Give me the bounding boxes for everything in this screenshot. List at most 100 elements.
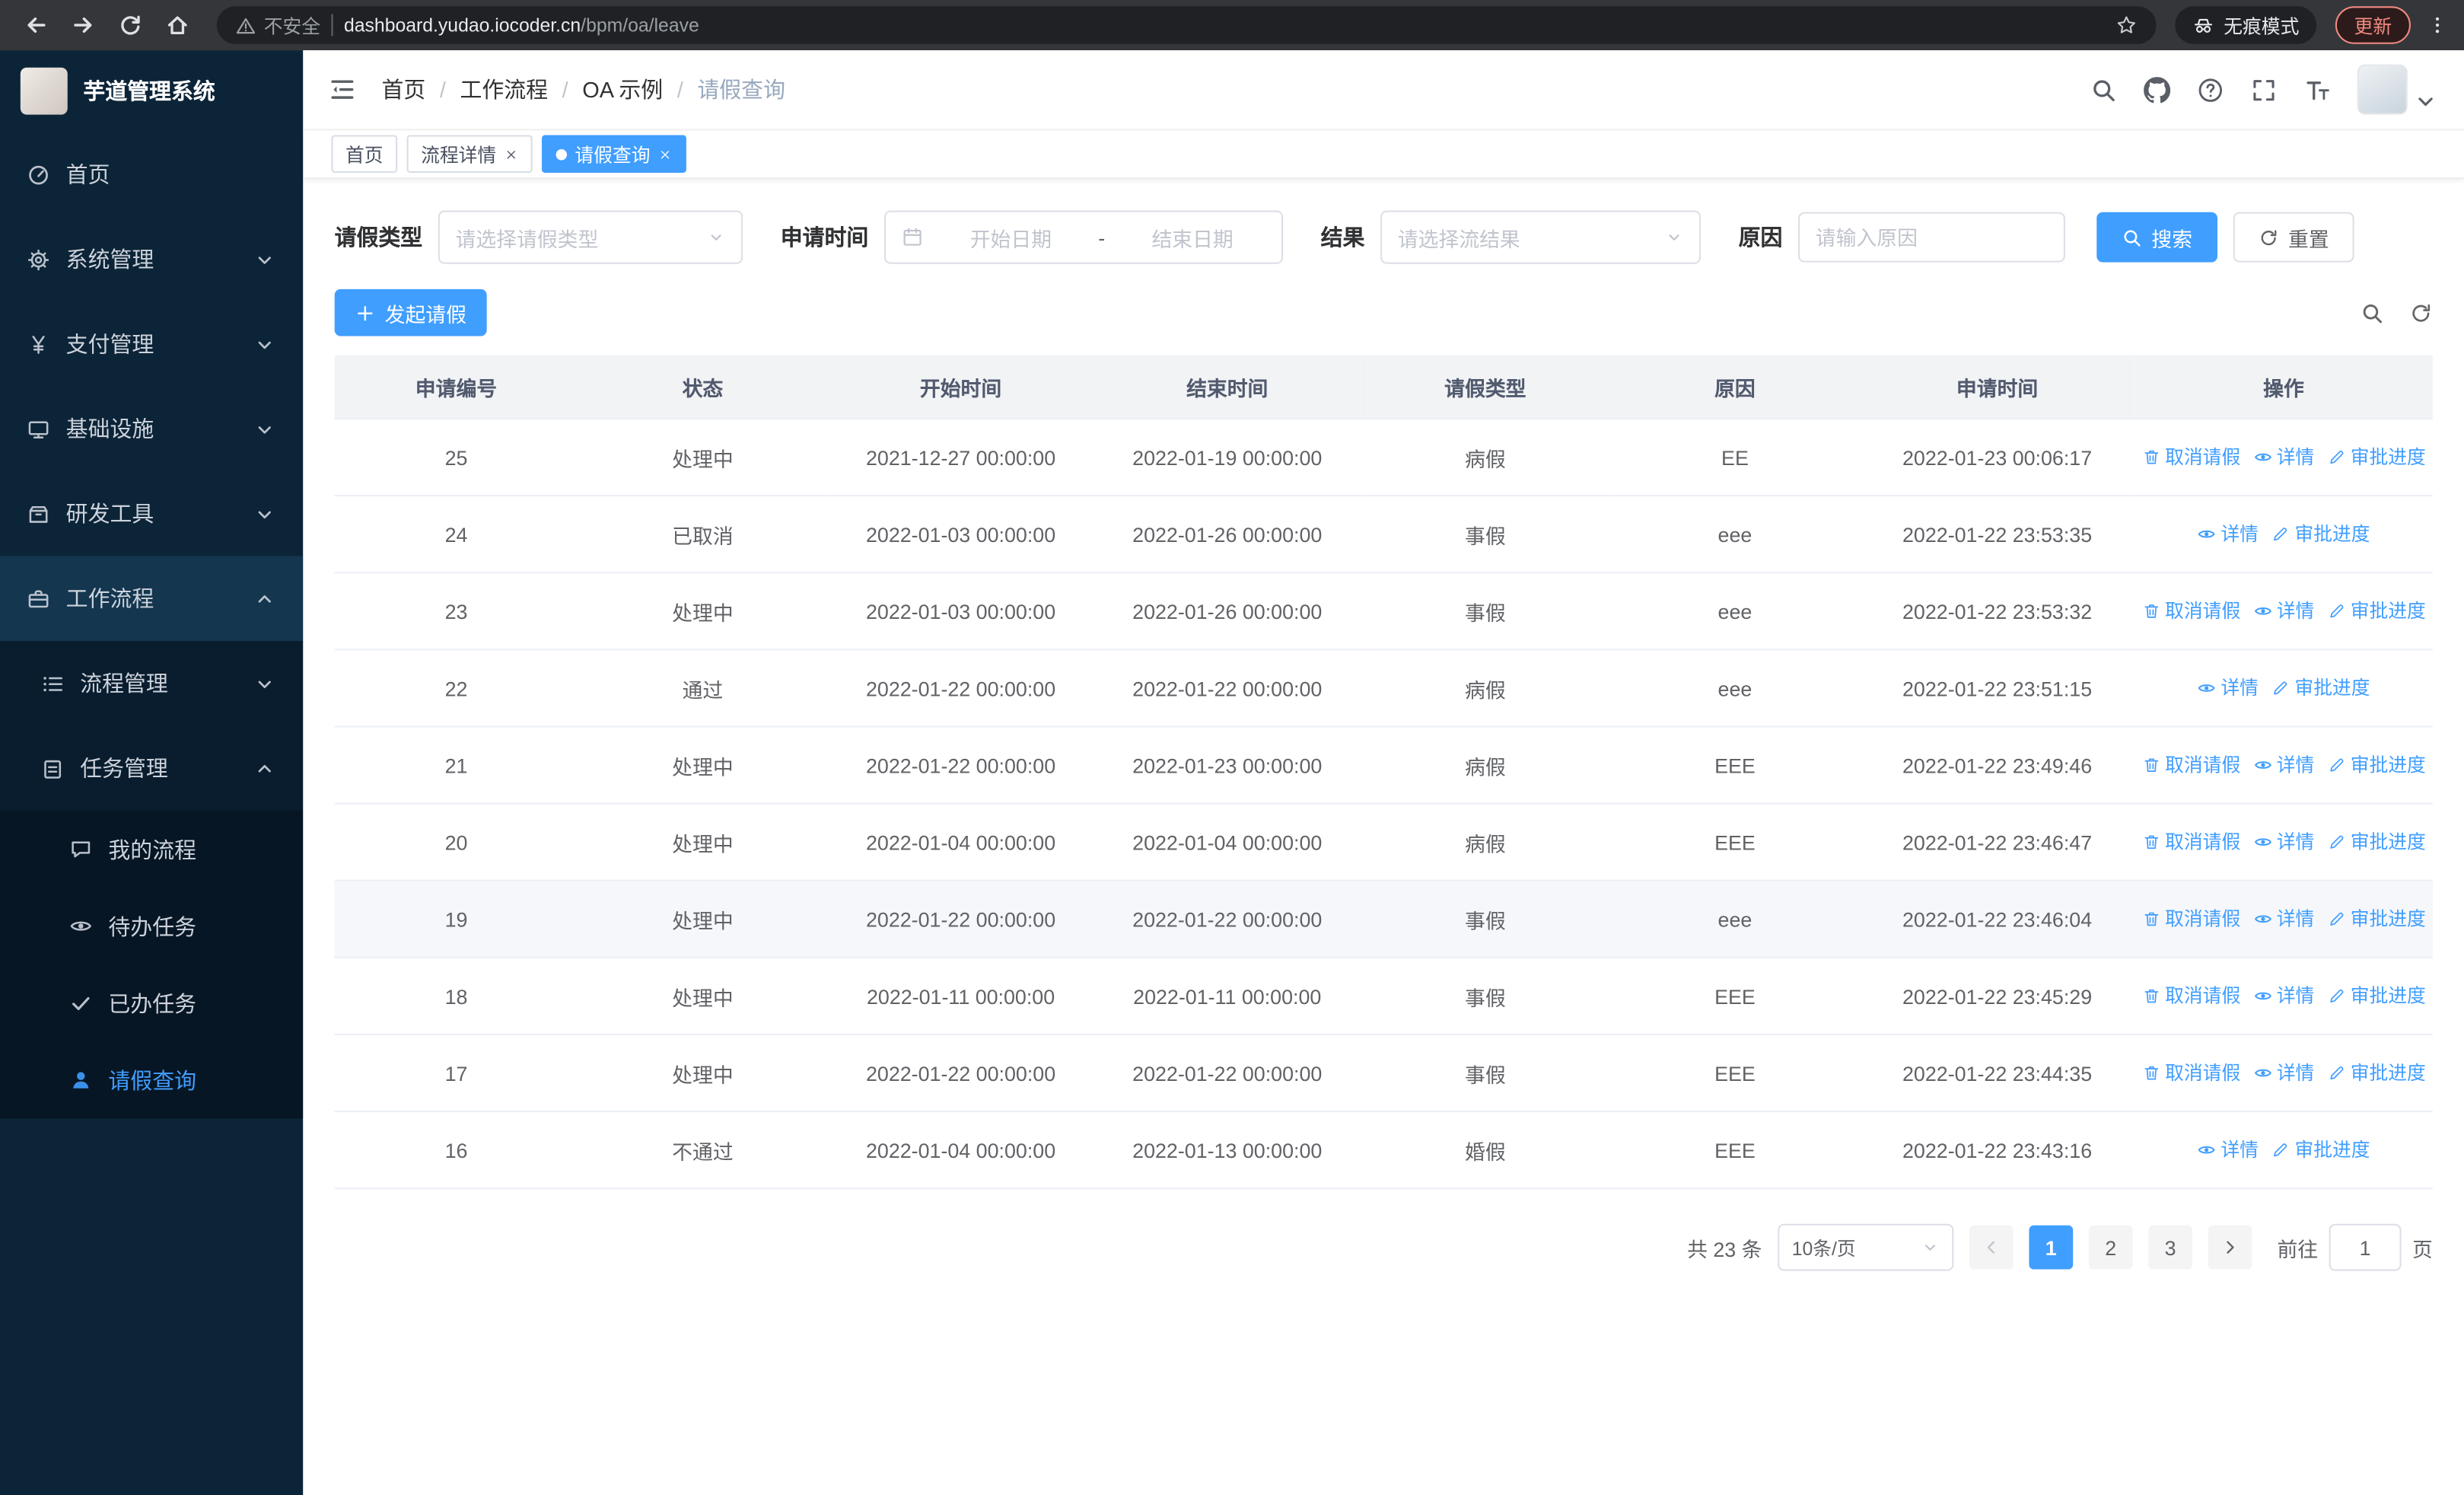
approval-progress-link[interactable]: 审批进度 [2271,674,2370,701]
cancel-leave-link[interactable]: 取消请假 [2141,1060,2240,1086]
detail-link[interactable]: 详情 [2253,905,2314,932]
search-icon[interactable] [2090,76,2117,103]
next-page-button[interactable] [2208,1225,2252,1270]
tag-close-icon[interactable] [505,147,519,161]
tag-item[interactable]: 请假查询 [542,135,686,174]
sidebar-item[interactable]: 任务管理 [0,725,304,811]
logo[interactable]: 芋道管理系统 [0,50,303,132]
table-cell-id: 25 [334,419,578,497]
page-button-3[interactable]: 3 [2148,1225,2193,1270]
trash-icon [2141,987,2160,1006]
home-button[interactable] [157,5,198,46]
collapse-sidebar-icon[interactable] [328,75,356,104]
date-range-picker[interactable]: 开始日期 - 结束日期 [883,210,1284,264]
approval-progress-link[interactable]: 审批进度 [2271,1136,2370,1163]
sidebar-item[interactable]: 我的流程 [0,810,304,888]
tag-item[interactable]: 流程详情 [406,135,533,174]
url-bar[interactable]: 不安全 dashboard.yudao.iocoder.cn/bpm/oa/le… [216,6,2157,44]
detail-link[interactable]: 详情 [2197,674,2259,701]
table-cell-start: 2022-01-04 00:00:00 [827,1111,1094,1190]
detail-link[interactable]: 详情 [2253,598,2314,624]
page-size-select[interactable]: 10条/页 [1778,1223,1954,1271]
table-cell-start: 2022-01-22 00:00:00 [827,1034,1094,1113]
trash-icon [2141,1063,2160,1082]
table-cell-status: 处理中 [578,419,828,497]
approval-progress-link[interactable]: 审批进度 [2327,982,2426,1009]
sidebar-item[interactable]: 工作流程 [0,556,304,642]
user-menu[interactable] [2357,64,2439,115]
leave-type-select[interactable]: 请选择请假类型 [438,210,743,264]
table-refresh-icon[interactable] [2409,301,2433,324]
approval-progress-link[interactable]: 审批进度 [2327,598,2426,624]
table-cell-actions: 取消请假 详情 审批进度 [2135,419,2433,497]
search-button[interactable]: 搜索 [2096,212,2218,263]
goto-page-input[interactable] [2329,1223,2402,1271]
table-cell-status: 处理中 [578,803,828,881]
sidebar-item[interactable]: 研发工具 [0,471,303,556]
update-button[interactable]: 更新 [2335,6,2411,44]
table-cell-type: 事假 [1360,1034,1610,1113]
browser-menu-button[interactable] [2427,14,2449,37]
create-leave-button[interactable]: 发起请假 [334,288,487,336]
start-date-placeholder: 开始日期 [969,227,1052,251]
detail-link[interactable]: 详情 [2253,828,2314,855]
approval-progress-link[interactable]: 审批进度 [2271,521,2370,547]
sidebar-item[interactable]: 流程管理 [0,641,304,726]
table-cell-applied: 2022-01-22 23:53:32 [1859,572,2135,651]
cancel-leave-link[interactable]: 取消请假 [2141,982,2240,1009]
prev-page-button[interactable] [1969,1225,2014,1270]
breadcrumb-item[interactable]: 工作流程 [460,74,548,105]
detail-link[interactable]: 详情 [2197,1136,2259,1163]
breadcrumb-item[interactable]: OA 示例 [582,74,663,105]
detail-link[interactable]: 详情 [2253,751,2314,778]
tag-close-icon[interactable] [658,147,673,161]
sidebar-item[interactable]: 已办任务 [0,964,304,1042]
cancel-leave-link[interactable]: 取消请假 [2141,444,2240,470]
tag-item[interactable]: 首页 [331,135,398,174]
help-icon[interactable] [2197,76,2224,103]
cancel-leave-link[interactable]: 取消请假 [2141,598,2240,624]
cancel-leave-link[interactable]: 取消请假 [2141,905,2240,932]
approval-progress-link[interactable]: 审批进度 [2327,828,2426,855]
sidebar-item[interactable]: 待办任务 [0,888,304,965]
table-cell-start: 2022-01-22 00:00:00 [827,880,1094,958]
detail-link[interactable]: 详情 [2253,982,2314,1009]
incognito-label: 无痕模式 [2224,14,2300,37]
reload-button[interactable] [110,5,151,46]
detail-link[interactable]: 详情 [2253,1060,2314,1086]
reset-button[interactable]: 重置 [2233,212,2354,263]
column-header: 状态 [578,355,828,420]
forward-button[interactable] [63,5,104,46]
sidebar-item[interactable]: 首页 [0,132,303,216]
approval-progress-link[interactable]: 审批进度 [2327,1060,2426,1086]
approval-progress-link-label: 审批进度 [2294,677,2370,700]
back-button[interactable] [16,5,57,46]
sidebar-item[interactable]: 请假查询 [0,1041,304,1119]
approval-progress-link[interactable]: 审批进度 [2327,444,2426,470]
goto-label: 前往 [2277,1237,2319,1261]
bookmark-star-icon[interactable] [2115,14,2138,37]
sidebar-item[interactable]: 支付管理 [0,301,303,386]
security-warning[interactable]: 不安全 [236,11,320,38]
detail-link[interactable]: 详情 [2197,521,2259,547]
cancel-leave-link[interactable]: 取消请假 [2141,828,2240,855]
refresh-icon [2259,227,2279,247]
fullscreen-icon[interactable] [2250,76,2277,103]
breadcrumb-item[interactable]: 首页 [382,74,426,105]
detail-link[interactable]: 详情 [2253,444,2314,470]
sidebar-item[interactable]: 基础设施 [0,387,303,471]
approval-progress-link[interactable]: 审批进度 [2327,905,2426,932]
github-icon[interactable] [2144,76,2171,103]
approval-progress-link[interactable]: 审批进度 [2327,751,2426,778]
reason-input[interactable] [1798,212,2065,263]
font-size-icon[interactable] [2304,76,2331,103]
table-cell-applied: 2022-01-22 23:44:35 [1859,1034,2135,1113]
cancel-leave-link[interactable]: 取消请假 [2141,751,2240,778]
approval-progress-link-label: 审批进度 [2350,600,2426,623]
result-select[interactable]: 请选择流结果 [1380,210,1702,264]
page-button-1[interactable]: 1 [2029,1225,2074,1270]
avatar[interactable] [2357,64,2408,115]
table-search-icon[interactable] [2361,301,2384,324]
sidebar-item[interactable]: 系统管理 [0,217,303,301]
page-button-2[interactable]: 2 [2088,1225,2133,1270]
